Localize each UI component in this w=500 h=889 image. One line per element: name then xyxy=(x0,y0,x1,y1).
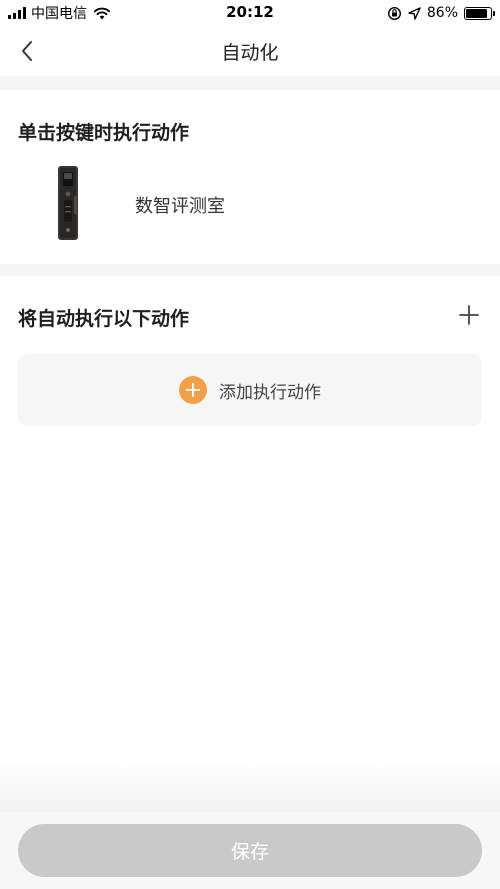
add-action-plus-button[interactable] xyxy=(458,304,480,326)
battery-percent: 86% xyxy=(426,5,458,21)
add-circle-icon xyxy=(179,376,207,404)
nav-bar: 自动化 xyxy=(0,26,500,76)
trigger-device-row[interactable]: 数智评测室 xyxy=(18,166,478,246)
page-title: 自动化 xyxy=(221,42,279,64)
section-divider xyxy=(0,76,500,90)
action-section-title: 将自动执行以下动作 xyxy=(18,308,190,330)
smart-lock-icon xyxy=(58,166,78,240)
status-right: 86% xyxy=(387,4,495,22)
section-divider xyxy=(0,264,500,276)
bottom-fade xyxy=(0,760,500,812)
battery-level xyxy=(466,8,487,18)
action-section: 将自动执行以下动作 添加执行动作 xyxy=(0,276,500,696)
device-name: 数智评测室 xyxy=(135,196,225,217)
status-bar: 中国电信 20:12 86% xyxy=(0,0,500,26)
automation-page: 中国电信 20:12 86% 自动化 单击按键时执行动作 数智评测室 将自动执行… xyxy=(0,0,500,889)
add-action-label: 添加执行动作 xyxy=(219,382,321,403)
trigger-section: 单击按键时执行动作 数智评测室 xyxy=(0,90,500,264)
save-button[interactable]: 保存 xyxy=(18,824,482,877)
rotation-lock-icon xyxy=(387,6,401,20)
trigger-section-title: 单击按键时执行动作 xyxy=(18,122,190,144)
add-action-button[interactable]: 添加执行动作 xyxy=(18,354,482,426)
battery-icon xyxy=(464,6,495,20)
bottom-bar: 保存 xyxy=(0,812,500,889)
location-icon xyxy=(408,6,421,20)
